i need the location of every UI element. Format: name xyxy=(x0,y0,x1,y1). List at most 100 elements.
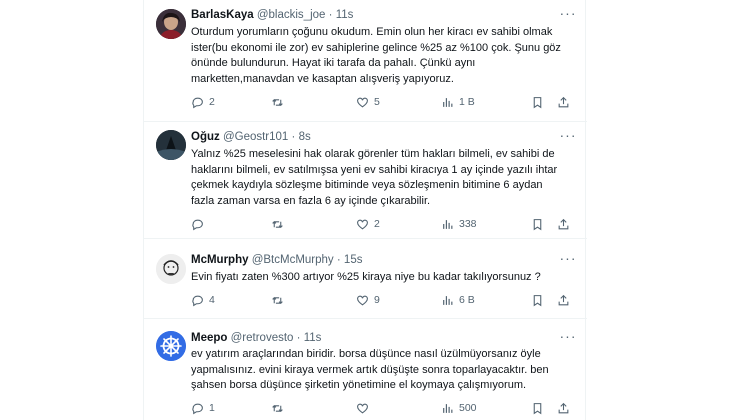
avatar[interactable] xyxy=(156,331,186,361)
tweet-header: McMurphy @BtcMcMurphy · 15s xyxy=(191,253,362,267)
reply-button[interactable]: 2 xyxy=(191,94,215,110)
like-button[interactable] xyxy=(356,400,374,416)
tweet-text-line: ister(bu ekonomi ile zor) ev sahiplerine… xyxy=(191,41,561,54)
avatar[interactable] xyxy=(156,254,186,284)
tweet-header: Meepo @retrovesto · 11s xyxy=(191,331,321,345)
tweet-text-line: haklarını bilmeli, ev satılmışsa yeni ev… xyxy=(191,163,558,176)
share-button[interactable] xyxy=(557,292,570,308)
views-button[interactable]: 500 xyxy=(441,400,477,416)
avatar[interactable] xyxy=(156,130,186,160)
retweet-button[interactable] xyxy=(271,94,289,110)
more-icon[interactable]: ··· xyxy=(559,329,577,345)
like-icon xyxy=(357,219,368,229)
author-handle[interactable]: @blackis_joe xyxy=(257,9,326,21)
views-icon xyxy=(443,403,453,413)
like-count: 9 xyxy=(374,294,380,306)
reply-button[interactable] xyxy=(191,216,209,232)
timestamp[interactable]: 15s xyxy=(344,254,363,266)
reply-icon xyxy=(192,295,203,306)
separator-dot: · xyxy=(328,9,333,21)
bookmark-button[interactable] xyxy=(531,400,544,416)
action-bar: 4 9 6 B xyxy=(191,292,576,308)
reply-icon xyxy=(192,219,203,230)
views-count: 338 xyxy=(459,218,477,230)
bookmark-icon xyxy=(533,96,542,108)
share-icon xyxy=(558,96,569,107)
views-button[interactable]: 338 xyxy=(441,216,477,232)
tweet-text-line: Yalnız %25 meselesini hak olarak görenle… xyxy=(191,148,555,160)
like-button[interactable]: 5 xyxy=(356,94,380,110)
reply-button[interactable]: 4 xyxy=(191,292,215,308)
tweet-text-line: Evin fiyatı zaten %300 artıyor %25 kiray… xyxy=(191,271,541,283)
tweet[interactable]: ··· Oğuz @Geostr101 · 8s Yalnız %25 mese… xyxy=(144,122,587,239)
tweet-header: Oğuz @Geostr101 · 8s xyxy=(191,130,311,144)
like-icon xyxy=(357,295,368,305)
timestamp[interactable]: 11s xyxy=(304,332,322,344)
action-bar: 2 338 xyxy=(191,216,576,232)
bookmark-button[interactable] xyxy=(531,292,544,308)
views-button[interactable]: 1 B xyxy=(441,94,475,110)
tweet-text-line: Oturdum yorumların çoğunu okudum. Emin o… xyxy=(191,26,553,38)
action-bar: 2 5 1 B xyxy=(191,94,576,110)
more-icon[interactable]: ··· xyxy=(559,128,577,144)
bookmark-icon xyxy=(533,402,542,414)
tweet-text-line: marketten,manavdan ve kasaptan alışveriş… xyxy=(191,72,454,85)
author-handle[interactable]: @retrovesto xyxy=(231,332,294,344)
share-button[interactable] xyxy=(557,400,570,416)
share-button[interactable] xyxy=(557,216,570,232)
share-icon xyxy=(558,294,569,305)
tweet-text-line: ev yatırım araçlarından biridir. borsa d… xyxy=(191,348,541,360)
tweet-text-line: fazla zaman varsa en fazla 6 ay içinde ç… xyxy=(191,194,431,207)
more-icon[interactable]: ··· xyxy=(559,251,577,267)
avatar[interactable] xyxy=(156,9,186,39)
like-icon xyxy=(357,97,368,107)
like-count: 5 xyxy=(374,96,380,108)
author-name[interactable]: McMurphy xyxy=(191,254,249,266)
action-bar: 1 500 xyxy=(191,400,576,416)
author-name[interactable]: Meepo xyxy=(191,332,227,344)
reply-count: 1 xyxy=(209,402,215,414)
timestamp[interactable]: 11s xyxy=(336,9,354,21)
timestamp[interactable]: 8s xyxy=(299,131,311,143)
views-icon xyxy=(443,295,453,305)
share-button[interactable] xyxy=(557,94,570,110)
tweet-text: Yalnız %25 meselesini hak olarak görenle… xyxy=(191,147,566,209)
retweet-button[interactable] xyxy=(271,216,289,232)
views-icon xyxy=(443,97,453,107)
bookmark-button[interactable] xyxy=(531,216,544,232)
share-icon xyxy=(558,402,569,413)
views-count: 500 xyxy=(459,402,477,414)
retweet-button[interactable] xyxy=(271,400,289,416)
helm-logo-icon xyxy=(156,331,186,361)
author-name[interactable]: Oğuz xyxy=(191,131,220,143)
retweet-icon xyxy=(272,296,283,304)
tweet-feed: ··· BarlasKaya @blackis_joe · 11s Oturdu… xyxy=(143,0,587,420)
tweet[interactable]: ··· BarlasKaya @blackis_joe · 11s Oturdu… xyxy=(144,0,587,122)
tweet-header: BarlasKaya @blackis_joe · 11s xyxy=(191,8,353,22)
more-icon[interactable]: ··· xyxy=(559,6,577,22)
author-name[interactable]: BarlasKaya xyxy=(191,9,254,21)
views-count: 6 B xyxy=(459,294,475,306)
separator-dot: · xyxy=(291,131,296,143)
views-count: 1 B xyxy=(459,96,475,108)
tweet-text-line: çekmek kaydıyla sözleşme bitiminde veya … xyxy=(191,179,543,191)
tweet-text: ev yatırım araçlarından biridir. borsa d… xyxy=(191,347,566,394)
bookmark-icon xyxy=(533,218,542,230)
reply-icon xyxy=(192,403,203,414)
author-handle[interactable]: @Geostr101 xyxy=(223,131,288,143)
tweet[interactable]: ··· McMurphy @BtcMcMurphy · 15s Evin fiy… xyxy=(144,239,587,319)
reply-count: 2 xyxy=(209,96,215,108)
tweet-text-line: şahsen borsa düşünce şirketin yönetimine… xyxy=(191,379,527,391)
like-button[interactable]: 2 xyxy=(356,216,380,232)
reply-count: 4 xyxy=(209,294,215,306)
views-button[interactable]: 6 B xyxy=(441,292,475,308)
reply-button[interactable]: 1 xyxy=(191,400,215,416)
like-button[interactable]: 9 xyxy=(356,292,380,308)
retweet-icon xyxy=(272,404,283,412)
retweet-icon xyxy=(272,220,283,228)
author-handle[interactable]: @BtcMcMurphy xyxy=(252,254,334,266)
tweet[interactable]: ··· Meepo @retrovesto · 11s ev yatırım a… xyxy=(144,319,587,420)
bookmark-button[interactable] xyxy=(531,94,544,110)
retweet-icon xyxy=(272,98,283,106)
retweet-button[interactable] xyxy=(271,292,289,308)
